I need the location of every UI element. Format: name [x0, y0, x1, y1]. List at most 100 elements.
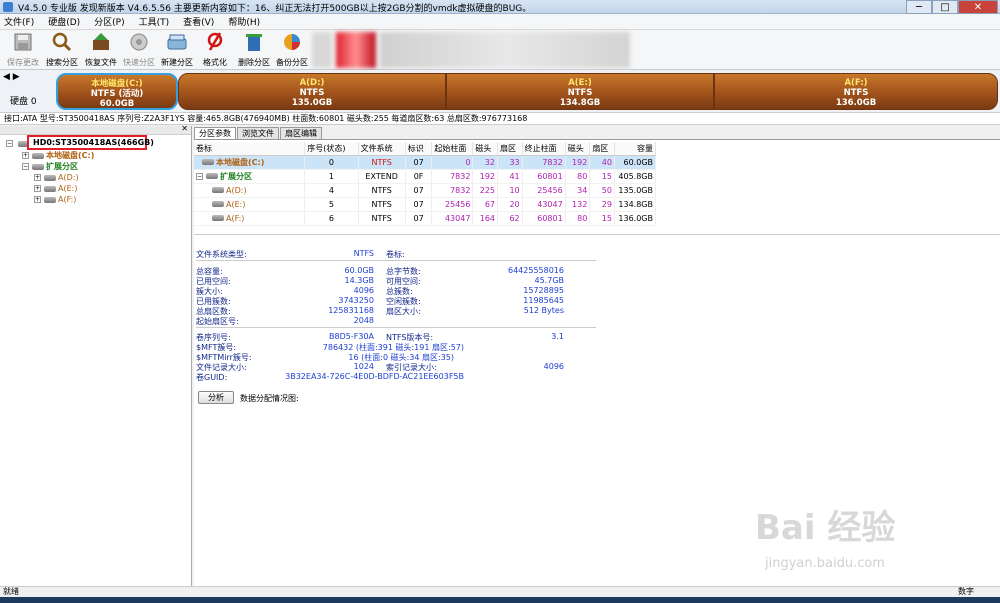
menu-help[interactable]: 帮助(H) — [228, 15, 260, 28]
panel-header: ✕ — [0, 124, 191, 135]
new-partition-button[interactable]: 新建分区 — [158, 32, 196, 68]
col-id[interactable]: 标识 — [405, 142, 433, 156]
panel-close-icon[interactable]: ✕ — [181, 124, 188, 133]
delete-partition-button[interactable]: 删除分区 — [235, 32, 273, 68]
disk-label: 硬盘 0 — [10, 97, 37, 107]
total-capacity-value: 60.0GB — [344, 266, 375, 275]
backup-partition-button[interactable]: 备份分区 — [273, 32, 311, 68]
volume-guid-label: 卷GUID: — [196, 373, 228, 382]
close-button[interactable]: ✕ — [958, 0, 998, 14]
total-bytes-value: 64425558016 — [508, 266, 564, 275]
tree-item-c[interactable]: + 本地磁盘(C:) — [22, 150, 94, 161]
fs-type-label: 文件系统类型: — [196, 250, 247, 259]
recover-icon — [93, 33, 109, 50]
table-row[interactable]: A(D:) 4 NTFS 07 7832 225 10 25456 34 50 … — [194, 183, 657, 198]
baidu-watermark: Bai 经验 jingyan.baidu.com — [755, 500, 995, 590]
format-icon — [207, 32, 223, 51]
col-end-cyl[interactable]: 终止柱面 — [522, 142, 566, 156]
menu-file[interactable]: 文件(F) — [4, 15, 34, 28]
tree-item-f[interactable]: + A(F:) — [34, 194, 76, 205]
format-button[interactable]: 格式化 — [196, 32, 234, 68]
tab-bar: 分区参数 浏览文件 扇区编辑 — [194, 126, 1000, 140]
divider — [196, 327, 596, 328]
drive-icon — [44, 174, 56, 181]
free-clusters-value: 11985645 — [523, 296, 564, 305]
tab-browse-files[interactable]: 浏览文件 — [237, 127, 279, 139]
table-row[interactable]: A(E:) 5 NTFS 07 25456 67 20 43047 132 29… — [194, 197, 657, 212]
table-row[interactable]: A(F:) 6 NTFS 07 43047 164 62 60801 80 15… — [194, 211, 657, 226]
menu-view[interactable]: 查看(V) — [183, 15, 214, 28]
tree-item-extended[interactable]: − 扩展分区 — [22, 161, 78, 172]
drive-icon — [44, 196, 56, 203]
col-end-sector[interactable]: 扇区 — [589, 142, 615, 156]
sector-size-label: 扇区大小: — [386, 307, 421, 316]
search-icon — [52, 32, 72, 52]
col-start-sector[interactable]: 扇区 — [497, 142, 523, 156]
menu-bar: 文件(F) 硬盘(D) 分区(P) 工具(T) 查看(V) 帮助(H) — [0, 14, 1000, 30]
used-space-value: 14.3GB — [344, 276, 375, 285]
save-icon — [14, 33, 32, 51]
tab-sector-edit[interactable]: 扇区编辑 — [280, 127, 322, 139]
file-record-size-value: 1024 — [353, 362, 374, 371]
blurred-region — [380, 32, 630, 68]
blurred-region — [312, 32, 332, 68]
tree-item-hdd[interactable]: HD0:ST3500418AS(466GB) — [27, 135, 154, 150]
drive-icon — [212, 187, 224, 193]
status-bar: 就绪 数字 — [0, 586, 1000, 597]
maximize-button[interactable]: □ — [932, 0, 958, 14]
app-icon — [3, 2, 13, 12]
title-bar: V4.5.0 专业版 发现新版本 V4.6.5.56 主要更新内容如下：16、纠… — [0, 0, 1000, 14]
drive-icon — [212, 201, 224, 207]
table-row[interactable]: − 扩展分区 1 EXTEND 0F 7832 192 41 60801 80 1… — [194, 169, 657, 184]
tree-expander[interactable]: − — [6, 138, 16, 149]
backup-icon — [284, 34, 300, 50]
used-clusters-value: 3743250 — [338, 296, 374, 305]
partition-block-d[interactable]: A(D:) NTFS 135.0GB — [178, 73, 446, 110]
cluster-size-value: 4096 — [353, 286, 374, 295]
sector-size-value: 512 Bytes — [523, 306, 564, 315]
ntfs-version-value: 3.1 — [551, 332, 564, 341]
search-partition-button[interactable]: 搜索分区 — [43, 32, 81, 68]
drive-icon — [32, 163, 44, 170]
partition-block-e[interactable]: A(E:) NTFS 134.8GB — [446, 73, 714, 110]
drive-icon — [202, 159, 214, 165]
col-capacity[interactable]: 容量 — [614, 142, 657, 156]
menu-partition[interactable]: 分区(P) — [94, 15, 124, 28]
minimize-button[interactable]: ─ — [906, 0, 932, 14]
tree-item-d[interactable]: + A(D:) — [34, 172, 79, 183]
analyze-button[interactable]: 分析 — [198, 391, 234, 404]
volume-label: 卷标: — [386, 250, 405, 259]
partition-block-f[interactable]: A(F:) NTFS 136.0GB — [714, 73, 998, 110]
index-record-size-value: 4096 — [543, 362, 564, 371]
blurred-region — [336, 32, 376, 68]
total-clusters-value: 15728895 — [523, 286, 564, 295]
partition-block-c[interactable]: 本地磁盘(C:) NTFS (活动) 60.0GB — [56, 73, 178, 110]
table-row[interactable]: 本地磁盘(C:) 0 NTFS 07 0 32 33 7832 192 40 6… — [194, 155, 657, 170]
col-end-head[interactable]: 磁头 — [565, 142, 591, 156]
baidu-logo: Bai 经验 — [755, 508, 896, 548]
fs-type-value: NTFS — [353, 249, 374, 258]
recover-files-button[interactable]: 恢复文件 — [82, 32, 120, 68]
col-volume[interactable]: 卷标 — [194, 142, 306, 156]
tree-item-e[interactable]: + A(E:) — [34, 183, 77, 194]
allocation-map-label: 数据分配情况图: — [240, 394, 299, 403]
col-start-head[interactable]: 磁头 — [472, 142, 499, 156]
save-changes-button[interactable]: 保存更改 — [4, 32, 42, 68]
disk-nav-arrows[interactable]: ◀ ▶ — [3, 72, 20, 82]
menu-disk[interactable]: 硬盘(D) — [48, 15, 80, 28]
disk-tree-panel: ✕ − HD0:ST3500418AS(466GB) + 本地磁盘(C:) − 扩展… — [0, 124, 192, 586]
tab-partition-params[interactable]: 分区参数 — [194, 127, 236, 139]
divider — [196, 260, 596, 261]
status-text: 就绪 — [3, 587, 19, 596]
partition-table: 卷标 序号(状态) 文件系统 标识 起始柱面 磁头 扇区 终止柱面 磁头 扇区 … — [194, 142, 657, 226]
available-space-value: 45.7GB — [534, 276, 565, 285]
col-fs[interactable]: 文件系统 — [358, 142, 406, 156]
drive-icon — [32, 152, 44, 159]
taskbar — [0, 597, 1000, 603]
quick-partition-button[interactable]: 快速分区 — [120, 32, 158, 68]
col-index[interactable]: 序号(状态) — [304, 142, 359, 156]
disk-info-line: 接口:ATA 型号:ST3500418AS 序列号:Z2A3F1YS 容量:46… — [0, 112, 1000, 125]
menu-tools[interactable]: 工具(T) — [139, 15, 170, 28]
delete-icon — [246, 34, 262, 51]
col-start-cyl[interactable]: 起始柱面 — [431, 142, 474, 156]
